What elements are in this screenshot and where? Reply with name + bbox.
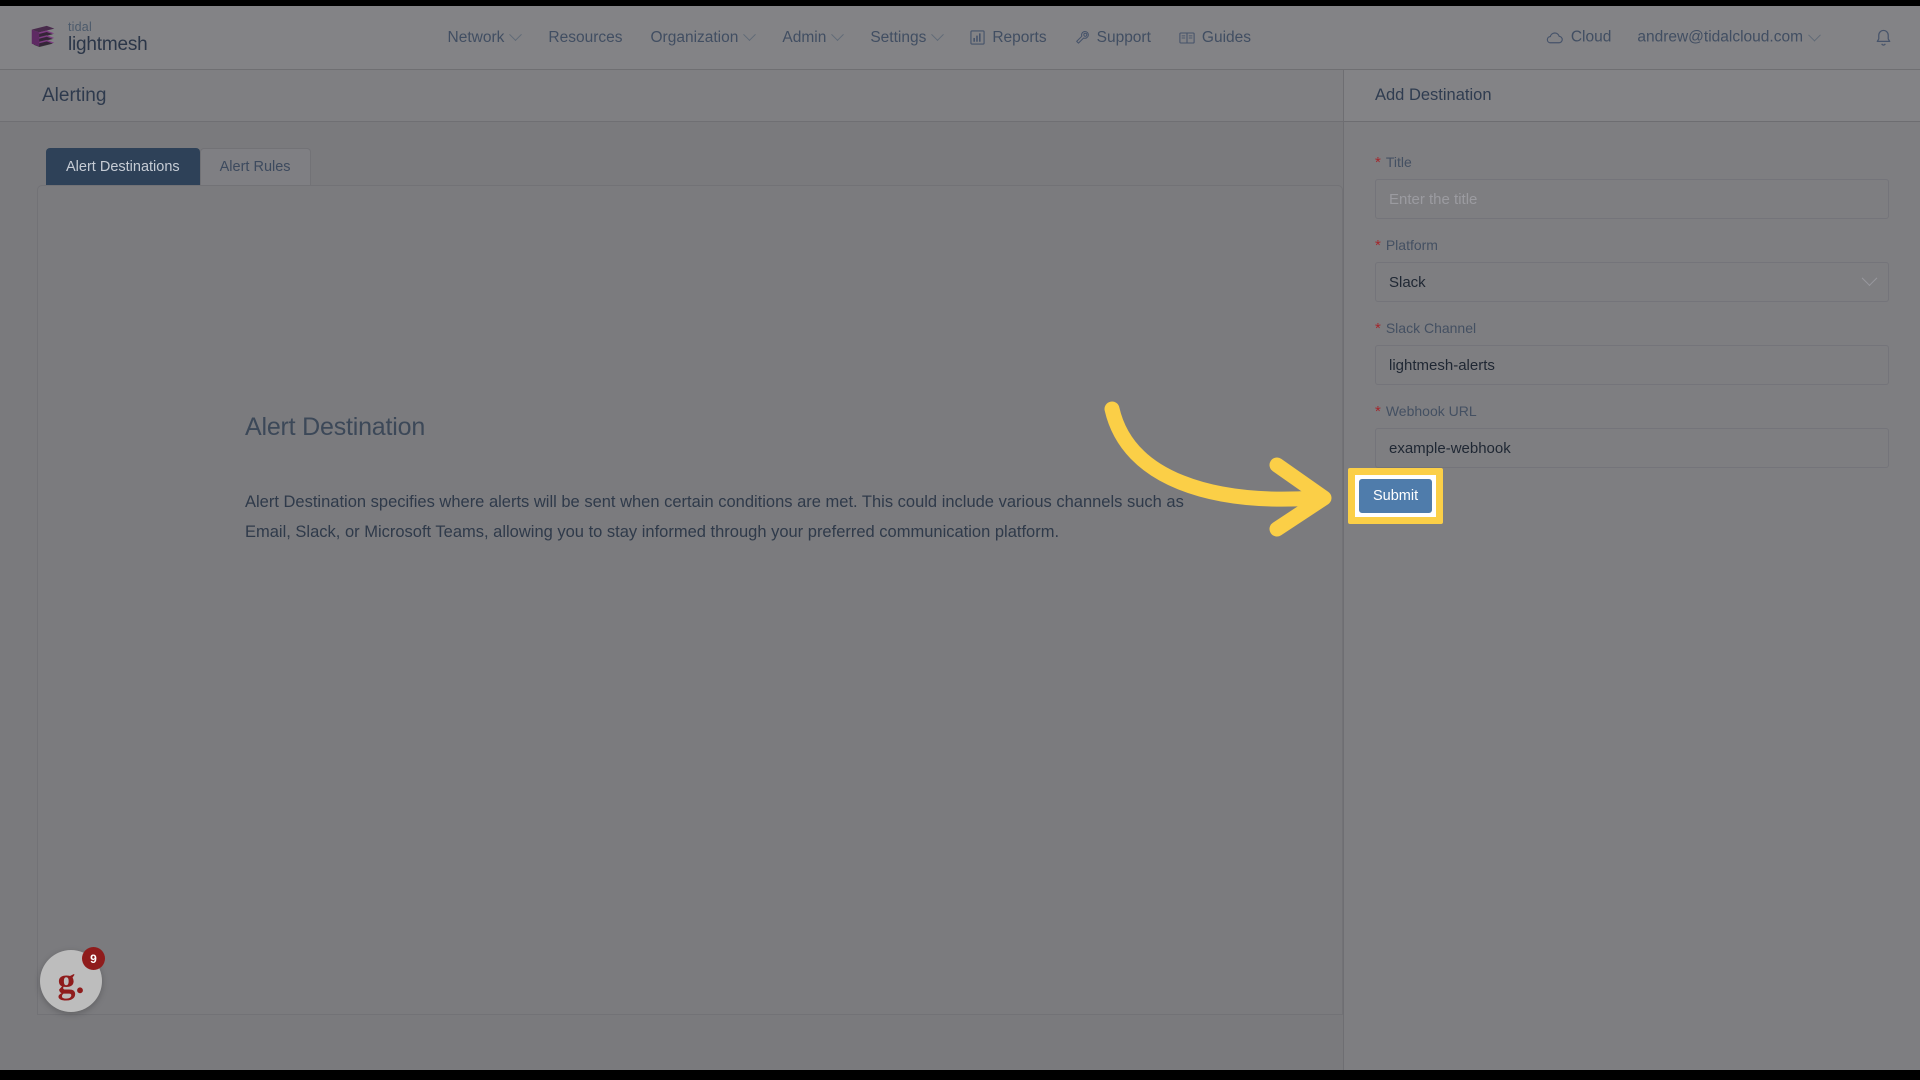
label-text-slack-channel: Slack Channel (1385, 320, 1477, 336)
required-asterisk: * (1375, 236, 1381, 254)
chevron-down-icon (1861, 269, 1878, 286)
submit-button[interactable]: Submit (1359, 479, 1433, 513)
nav-label-admin: Admin (782, 28, 827, 46)
label-text-title: Title (1385, 154, 1412, 170)
nav-label-network: Network (447, 28, 505, 46)
label-slack-channel: * Slack Channel (1375, 320, 1889, 336)
field-webhook-url: * Webhook URL example-webhook (1375, 403, 1889, 468)
label-platform: * Platform (1375, 237, 1889, 253)
brand-logo[interactable]: tidal lightmesh (28, 21, 148, 54)
add-destination-drawer: Add Destination * Title Enter the title … (1343, 70, 1920, 1070)
page-title: Alerting (42, 84, 107, 106)
nav-item-reports[interactable]: Reports (970, 28, 1047, 47)
required-asterisk: * (1375, 319, 1381, 337)
field-platform: * Platform Slack (1375, 237, 1889, 302)
nav-item-settings[interactable]: Settings (870, 28, 945, 47)
card-description: Alert Destination specifies where alerts… (245, 493, 1184, 541)
slack-channel-input[interactable]: lightmesh-alerts (1375, 345, 1889, 385)
chevron-down-icon (743, 28, 757, 42)
nav-right-cluster: Cloud andrew@tidalcloud.com (1545, 28, 1892, 47)
submit-highlight-annotation: Submit (1348, 468, 1444, 524)
nav-label-organization: Organization (650, 28, 739, 46)
label-text-platform: Platform (1385, 237, 1438, 253)
required-asterisk: * (1375, 153, 1381, 171)
bell-icon (1875, 28, 1892, 47)
nav-item-organization[interactable]: Organization (650, 28, 757, 47)
required-asterisk: * (1375, 402, 1381, 420)
nav-item-resources[interactable]: Resources (548, 29, 622, 47)
label-title: * Title (1375, 154, 1889, 170)
application-window: tidal lightmesh Network Resources Organi… (0, 6, 1920, 1070)
drawer-title: Add Destination (1375, 86, 1492, 104)
help-widget-badge: 9 (82, 947, 105, 970)
primary-nav-items: Network Resources Organization Admin Set… (447, 28, 1251, 47)
chevron-down-icon (1808, 28, 1821, 42)
tab-label-alert-destinations: Alert Destinations (66, 159, 180, 175)
brand-name-top: tidal (68, 20, 92, 35)
brand-name-bottom: lightmesh (68, 33, 148, 55)
chevron-down-icon (831, 28, 845, 42)
alert-destination-panel: Alert Destination Alert Destination spec… (37, 185, 1343, 1015)
nav-label-cloud: Cloud (1570, 28, 1612, 46)
nav-label-reports: Reports (992, 28, 1047, 46)
help-widget[interactable]: g. 9 (40, 947, 105, 1012)
drawer-header: Add Destination (1344, 70, 1920, 122)
brand-text: tidal lightmesh (68, 21, 148, 54)
drawer-form: * Title Enter the title * Platform Slack (1344, 122, 1920, 468)
webhook-url-input[interactable]: example-webhook (1375, 428, 1889, 468)
tab-alert-rules[interactable]: Alert Rules (199, 148, 311, 185)
chevron-down-icon (509, 28, 523, 42)
nav-item-guides[interactable]: Guides (1179, 29, 1251, 47)
bar-chart-icon (970, 30, 985, 45)
tab-alert-destinations[interactable]: Alert Destinations (46, 148, 200, 185)
main-content-area: Alert Destinations Alert Rules Alert Des… (0, 122, 1343, 1070)
cloud-icon (1545, 31, 1564, 44)
platform-selected-value: Slack (1389, 273, 1426, 291)
nav-item-support[interactable]: Support (1075, 29, 1151, 47)
account-email: andrew@tidalcloud.com (1637, 28, 1803, 46)
nav-item-cloud[interactable]: Cloud (1545, 28, 1612, 47)
title-input[interactable]: Enter the title (1375, 179, 1889, 219)
account-menu[interactable]: andrew@tidalcloud.com (1637, 28, 1821, 47)
submit-highlight-inner: Submit (1355, 475, 1437, 517)
chevron-down-icon (931, 28, 945, 42)
layered-stack-icon (31, 25, 55, 47)
label-text-webhook-url: Webhook URL (1385, 403, 1477, 419)
nav-label-resources: Resources (548, 28, 623, 46)
card-heading: Alert Destination (245, 413, 426, 441)
platform-select[interactable]: Slack (1375, 262, 1889, 302)
label-webhook-url: * Webhook URL (1375, 403, 1889, 419)
nav-item-network[interactable]: Network (447, 28, 523, 47)
tab-bar: Alert Destinations Alert Rules (46, 148, 311, 185)
field-title: * Title Enter the title (1375, 154, 1889, 219)
wrench-icon (1075, 30, 1090, 45)
tab-label-alert-rules: Alert Rules (219, 159, 291, 175)
nav-label-guides: Guides (1201, 28, 1252, 46)
field-slack-channel: * Slack Channel lightmesh-alerts (1375, 320, 1889, 385)
nav-label-settings: Settings (870, 28, 927, 46)
nav-item-admin[interactable]: Admin (782, 28, 845, 47)
book-icon (1179, 31, 1195, 45)
nav-label-support: Support (1096, 28, 1151, 46)
page-header: Alerting (0, 70, 1343, 122)
notifications-button[interactable] (1875, 28, 1892, 47)
top-navigation-bar: tidal lightmesh Network Resources Organi… (0, 6, 1920, 70)
